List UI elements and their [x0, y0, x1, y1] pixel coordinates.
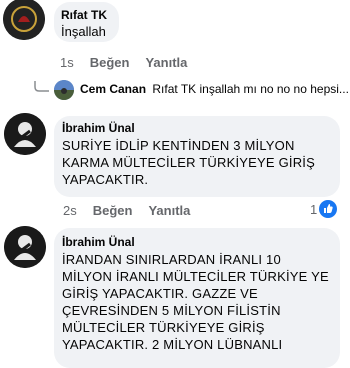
comment-text-line: KARMA MÜLTECİLER TÜRKİYEYE GİRİŞ: [62, 155, 315, 170]
like-button[interactable]: Beğen: [90, 55, 130, 70]
reply-arrow-icon: [33, 80, 51, 98]
comment-bubble: İbrahim Ünal İRANDAN SINIRLARDAN İRANLI …: [54, 228, 340, 368]
avatar[interactable]: [4, 226, 46, 268]
avatar[interactable]: [3, 0, 45, 40]
like-button[interactable]: Beğen: [93, 203, 133, 218]
comment-text-line: YAPACAKTIR. 2 MİLYON LÜBNANLI: [62, 337, 283, 352]
comment-time[interactable]: 2s: [63, 203, 77, 218]
reaction-summary[interactable]: 1: [310, 200, 338, 218]
comment-text-line: ÇEVRESİNDEN 5 MİLYON FİLİSTİN: [62, 303, 281, 318]
reply-button[interactable]: Yanıtla: [148, 203, 190, 218]
avatar[interactable]: [4, 113, 46, 155]
comment-bubble: Rıfat TK İnşallah: [54, 2, 119, 42]
reply-preview[interactable]: Cem Canan Rıfat TK inşallah mı no no no …: [80, 82, 348, 96]
comment-text-line: MÜLTECİLER TÜRKİYEYE GİRİŞ: [62, 320, 265, 335]
comment-text: İnşallah: [61, 24, 106, 39]
comment-text-line: SURİYE İDLİP KENTİNDEN 3 MİLYON: [62, 138, 295, 153]
comment-text: İRANDAN SINIRLARDAN İRANLI 10 MİLYON İRA…: [62, 251, 329, 353]
reply-author[interactable]: Cem Canan: [80, 82, 146, 96]
comment-bubble: İbrahim Ünal SURİYE İDLİP KENTİNDEN 3 Mİ…: [54, 116, 340, 197]
comment-author[interactable]: İbrahim Ünal: [62, 235, 135, 249]
avatar[interactable]: [54, 80, 74, 100]
reaction-count: 1: [310, 201, 318, 217]
comment-time[interactable]: 1s: [60, 55, 74, 70]
comment-actions: 1s Beğen Yanıtla: [60, 55, 187, 70]
like-thumb-icon: [319, 200, 338, 218]
comment-text-line: YAPACAKTIR.: [62, 172, 149, 187]
reply-button[interactable]: Yanıtla: [145, 55, 187, 70]
comment-text-line: GİRİŞ YAPACAKTIR. GAZZE VE: [62, 286, 258, 301]
comment-actions: 2s Beğen Yanıtla: [63, 203, 190, 218]
comment-text-line: MİLYON İRANLI MÜLTECİLER TÜRKİYE YE: [62, 269, 329, 284]
comment-text-line: İRANDAN SINIRLARDAN İRANLI 10: [62, 252, 281, 267]
reply-text: Rıfat TK inşallah mı no no no hepsi...: [152, 82, 348, 96]
comment-author[interactable]: Rıfat TK: [61, 8, 107, 22]
comment-text: SURİYE İDLİP KENTİNDEN 3 MİLYON KARMA MÜ…: [62, 137, 315, 188]
comment-author[interactable]: İbrahim Ünal: [62, 121, 135, 135]
